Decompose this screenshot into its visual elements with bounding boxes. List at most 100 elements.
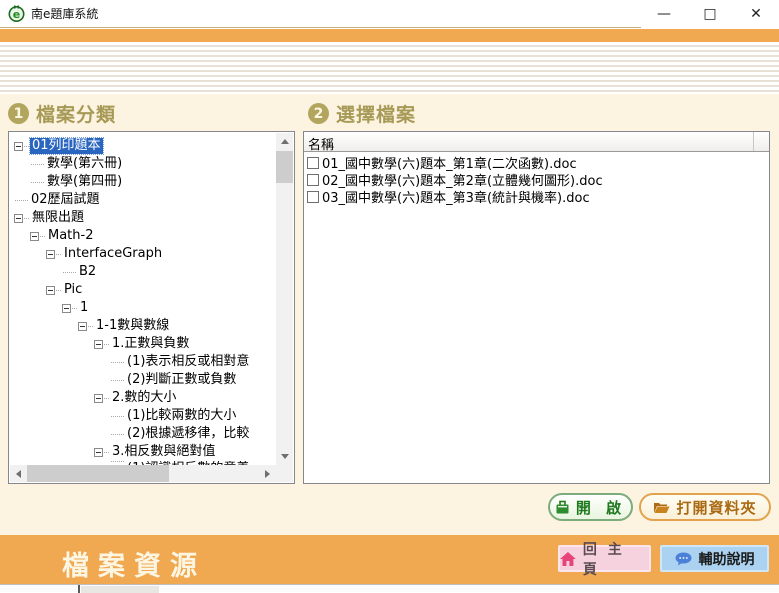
folder-icon [653,500,670,514]
svg-text:e: e [13,8,20,21]
open-button[interactable]: 開 啟 [548,493,633,521]
tree-vertical-scrollbar[interactable] [276,133,293,465]
tree-item[interactable]: 1.正數與負數 [10,335,276,353]
collapse-toggle-icon[interactable] [46,250,55,259]
tree-item-label: B2 [77,264,98,280]
tree-item[interactable]: 1-1數與數線 [10,317,276,335]
open-folder-button-label: 打開資料夾 [676,497,756,518]
scroll-down-button[interactable] [276,448,293,465]
tree-item-label: 1-1數與數線 [94,318,171,334]
column-header-extra[interactable] [754,132,769,151]
tree-item-label: 01列印題本 [30,138,103,154]
tree-item-label: (1)表示相反或相對意 [125,354,251,370]
tree-item-label: 數學(第六冊) [45,156,124,172]
striped-band [0,42,779,94]
collapse-toggle-icon[interactable] [30,232,39,241]
minimize-button[interactable]: — [641,0,687,28]
home-icon [560,552,576,566]
home-button-label: 回 主 頁 [583,539,649,579]
app-logo-icon: e [8,5,25,22]
section-header-file-category: 1 檔案分類 [8,100,116,127]
scrollbar-corner [276,465,293,482]
tree-horizontal-scrollbar[interactable] [10,465,276,482]
tree-item-label: 無限出題 [30,210,86,226]
tree-item[interactable]: 數學(第六冊) [10,155,276,173]
category-tree-panel: 01列印題本數學(第六冊) 數學(第四冊) 02歷屆試題無限出題 Math-2 Inte… [8,131,295,484]
footer-bar: 檔案資源 回 主 頁 輔助說明 [0,535,779,584]
tree-item-label: 2.數的大小 [110,390,178,406]
tree-item-label: 數學(第四冊) [45,174,124,190]
open-button-label: 開 啟 [576,497,626,518]
speech-bubble-icon [675,552,692,566]
page-title: 檔案資源 [62,544,206,583]
tree-item-label: (2)判斷正數或負數 [125,372,238,388]
file-checkbox[interactable] [307,174,319,186]
tree-item[interactable]: (1)表示相反或相對意 [10,353,276,371]
section-title-file-category: 檔案分類 [36,100,116,127]
collapse-toggle-icon[interactable] [14,214,23,223]
scroll-up-button[interactable] [276,133,293,150]
file-checkbox[interactable] [307,157,319,169]
briefcase-icon [555,500,570,515]
column-header-name[interactable]: 名稱 [304,132,754,151]
file-name: 01_國中數學(六)題本_第1章(二次函數).doc [322,154,577,171]
tree-item[interactable]: 2.數的大小 [10,389,276,407]
tree-item-label: 1.正數與負數 [110,336,191,352]
horizontal-scroll-thumb[interactable] [27,465,169,482]
file-checkbox[interactable] [307,191,319,203]
file-name: 03_國中數學(六)題本_第3章(統計與機率).doc [322,188,590,205]
title-bar: e 南e題庫系統 — □ ✕ [0,0,779,28]
collapse-toggle-icon[interactable] [62,304,71,313]
tree-item[interactable]: 1 [10,299,276,317]
file-row[interactable]: 01_國中數學(六)題本_第1章(二次函數).doc [304,154,769,171]
list-header: 名稱 [304,132,769,152]
open-folder-button[interactable]: 打開資料夾 [639,493,771,521]
help-button-label: 輔助說明 [699,549,755,569]
file-rows: 01_國中數學(六)題本_第1章(二次函數).doc02_國中數學(六)題本_第… [304,152,769,205]
tree-item-label: (1)比較兩數的大小 [125,408,238,424]
scroll-right-button[interactable] [259,465,276,482]
file-name: 02_國中數學(六)題本_第2章(立體幾何圖形).doc [322,171,603,188]
step-1-badge: 1 [8,103,29,124]
window-title: 南e題庫系統 [31,5,98,22]
tree-item[interactable]: 3.相反數與絕對值 [10,443,276,461]
collapse-toggle-icon[interactable] [46,286,55,295]
vertical-scroll-thumb[interactable] [276,151,293,183]
step-2-badge: 2 [308,103,329,124]
close-button[interactable]: ✕ [733,0,779,28]
tree-item-label: Pic [62,282,84,298]
tree-item-label: 02歷屆試題 [29,192,102,208]
tree-item[interactable]: B2 [10,263,276,281]
file-list-panel: 名稱 01_國中數學(六)題本_第1章(二次函數).doc02_國中數學(六)題… [303,131,770,484]
collapse-toggle-icon[interactable] [94,340,103,349]
tree-item[interactable]: 01列印題本 [10,137,276,155]
scroll-left-button[interactable] [10,465,27,482]
top-orange-band [0,29,779,42]
file-row[interactable]: 03_國中數學(六)題本_第3章(統計與機率).doc [304,188,769,205]
tree-item[interactable]: InterfaceGraph [10,245,276,263]
tree-item-label: Math-2 [46,228,95,244]
maximize-button[interactable]: □ [687,0,733,28]
tree-item[interactable]: (1)比較兩數的大小 [10,407,276,425]
tree-item-label: (2)根據遞移律，比較 [125,426,251,442]
tree-item[interactable]: (2)判斷正數或負數 [10,371,276,389]
tree-item-label: InterfaceGraph [62,246,164,262]
collapse-toggle-icon[interactable] [94,448,103,457]
collapse-toggle-icon[interactable] [94,394,103,403]
tree-item[interactable]: (2)根據遞移律，比較 [10,425,276,443]
collapse-toggle-icon[interactable] [78,322,87,331]
tree-item[interactable]: 數學(第四冊) [10,173,276,191]
section-header-select-file: 2 選擇檔案 [308,100,416,127]
collapse-toggle-icon[interactable] [14,142,23,151]
tree-item-label: 1 [78,300,90,316]
tree-item[interactable]: Math-2 [10,227,276,245]
tree-item[interactable]: Pic [10,281,276,299]
tree-rows: 01列印題本數學(第六冊) 數學(第四冊) 02歷屆試題無限出題 Math-2 Inte… [10,133,276,465]
app-window: { "window": { "title": "南e題庫系統", "minimi… [0,0,779,592]
home-button[interactable]: 回 主 頁 [558,545,651,572]
help-button[interactable]: 輔助說明 [660,545,769,572]
tree-item-label: 3.相反數與絕對值 [110,444,217,460]
file-row[interactable]: 02_國中數學(六)題本_第2章(立體幾何圖形).doc [304,171,769,188]
tree-item[interactable]: 無限出題 [10,209,276,227]
tree-item[interactable]: 02歷屆試題 [10,191,276,209]
